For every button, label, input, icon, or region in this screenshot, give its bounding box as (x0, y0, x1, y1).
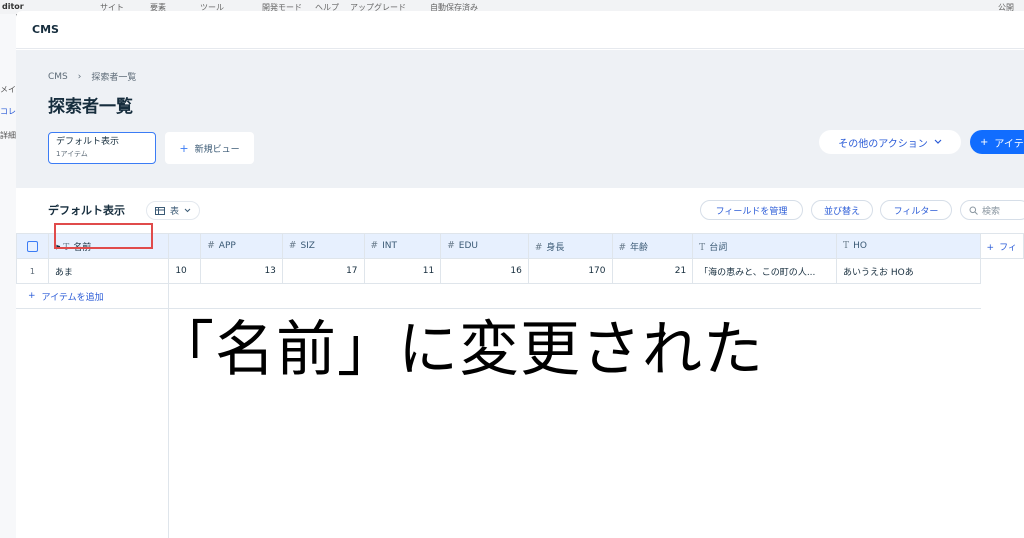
cms-modal: CMS CMS › 探索者一覧 探索者一覧 デフォルト表示 1アイテム + 新規… (16, 11, 1024, 538)
new-view-button[interactable]: + 新規ビュー (165, 132, 254, 164)
divider (168, 284, 169, 309)
items-table: ⚑ T 名前 # APP # SIZ # INT # EDU # 身長 # 年齢 T 台詞 T HO… (16, 233, 1024, 284)
view-card-count: 1アイテム (56, 150, 88, 158)
table-icon (155, 206, 165, 215)
layout-label: 表 (170, 207, 180, 217)
column-header-siz[interactable]: # SIZ (281, 233, 365, 259)
breadcrumb-current: 探索者一覧 (91, 73, 137, 83)
column-header-line[interactable]: T 台詞 (692, 233, 838, 259)
plus-icon: + (986, 242, 995, 253)
column-header-age[interactable]: # 年齢 (611, 233, 694, 259)
table-cell[interactable]: 11 (363, 258, 442, 284)
column-header-edu[interactable]: # EDU (440, 233, 529, 259)
number-type-icon: # (370, 241, 379, 251)
highlight-box (54, 223, 153, 249)
more-actions-label: その他のアクション (838, 138, 928, 150)
add-item-label: アイテ (994, 138, 1024, 150)
plus-icon: + (179, 141, 189, 155)
overlay-caption: 「名前」に変更された (154, 315, 764, 385)
add-field-label: フィ (999, 242, 1017, 253)
column-label: INT (382, 241, 397, 251)
manage-fields-button[interactable]: フィールドを管理 (700, 200, 803, 220)
new-view-label: 新規ビュー (194, 144, 240, 155)
text-type-icon: T (843, 241, 850, 251)
table-cell[interactable]: 17 (281, 258, 365, 284)
row-index: 1 (16, 258, 49, 284)
view-card-label: デフォルト表示 (56, 137, 120, 147)
column-header-ho[interactable]: T HO (836, 233, 981, 259)
column-label: 身長 (546, 242, 565, 253)
table-cell[interactable]: 10 (168, 258, 202, 284)
breadcrumb: CMS › 探索者一覧 (48, 70, 137, 84)
table-row[interactable]: 1 あま 10 13 17 11 16 170 21 「海の恵みと、この町の人.… (16, 258, 1024, 284)
more-actions-button[interactable]: その他のアクション (819, 130, 961, 154)
column-label: APP (218, 241, 236, 251)
column-label: 台詞 (709, 242, 728, 253)
view-title: デフォルト表示 (48, 204, 125, 217)
chevron-right-icon: › (77, 71, 82, 82)
number-type-icon: # (447, 241, 455, 251)
text-type-icon: T (699, 242, 706, 253)
chevron-down-icon (184, 208, 191, 213)
table-cell[interactable]: 21 (611, 258, 694, 284)
breadcrumb-root[interactable]: CMS (48, 72, 68, 82)
bg-menu-item: ditor (2, 2, 24, 11)
number-type-icon: # (534, 242, 543, 253)
search-input[interactable]: 検索 (960, 200, 1024, 220)
number-type-icon: # (207, 241, 215, 251)
select-all-checkbox[interactable] (26, 240, 38, 252)
column-header-blank[interactable] (168, 233, 202, 259)
table-cell-empty (980, 258, 1024, 284)
bg-sidebar-item: コレ (0, 107, 16, 116)
layout-selector[interactable]: 表 (146, 201, 201, 220)
bg-sidebar-item: メイ (0, 85, 16, 94)
number-type-icon: # (288, 241, 297, 251)
column-label: HO (853, 241, 867, 251)
search-icon (969, 206, 978, 215)
background-sidebar: メイ コレ 詳細 (0, 14, 16, 538)
table-cell[interactable]: 13 (200, 258, 283, 284)
page-title: 探索者一覧 (48, 97, 133, 117)
plus-icon: + (28, 291, 36, 301)
sort-button[interactable]: 並び替え (811, 200, 873, 220)
filter-button[interactable]: フィルター (880, 200, 952, 220)
page-header: CMS › 探索者一覧 探索者一覧 デフォルト表示 1アイテム + 新規ビュー … (16, 50, 1024, 188)
column-header-int[interactable]: # INT (363, 233, 442, 259)
modal-title: CMS (16, 11, 1024, 49)
table-cell[interactable]: あいうえお HOあ (836, 258, 981, 284)
add-item-button[interactable]: + アイテ (970, 130, 1024, 154)
column-header-app[interactable]: # APP (200, 233, 283, 259)
table-cell[interactable]: 16 (440, 258, 529, 284)
column-label: EDU (458, 241, 478, 251)
column-label: 年齢 (630, 242, 649, 253)
table-cell[interactable]: 170 (527, 258, 613, 284)
add-item-row[interactable]: + アイテムを追加 (16, 284, 981, 309)
table-cell[interactable]: あま (47, 258, 170, 284)
table-toolbar: デフォルト表示 表 フィールドを管理 並び替え フィルター 検索 (16, 188, 1024, 232)
view-card-default[interactable]: デフォルト表示 1アイテム (48, 132, 156, 164)
add-item-row-label: アイテムを追加 (41, 292, 104, 303)
bg-sidebar-item: 詳細 (0, 131, 16, 140)
number-type-icon: # (618, 242, 627, 253)
table-cell[interactable]: 「海の恵みと、この町の人... (692, 258, 838, 284)
select-all-cell (16, 233, 49, 259)
plus-icon: + (980, 136, 989, 148)
column-label: SIZ (300, 241, 315, 251)
column-header-height[interactable]: # 身長 (527, 233, 613, 259)
add-field-header[interactable]: + フィ (979, 233, 1024, 259)
chevron-down-icon (934, 139, 942, 144)
table-header-row: ⚑ T 名前 # APP # SIZ # INT # EDU # 身長 # 年齢 T 台詞 T HO… (16, 233, 1024, 259)
search-placeholder: 検索 (982, 206, 1001, 217)
